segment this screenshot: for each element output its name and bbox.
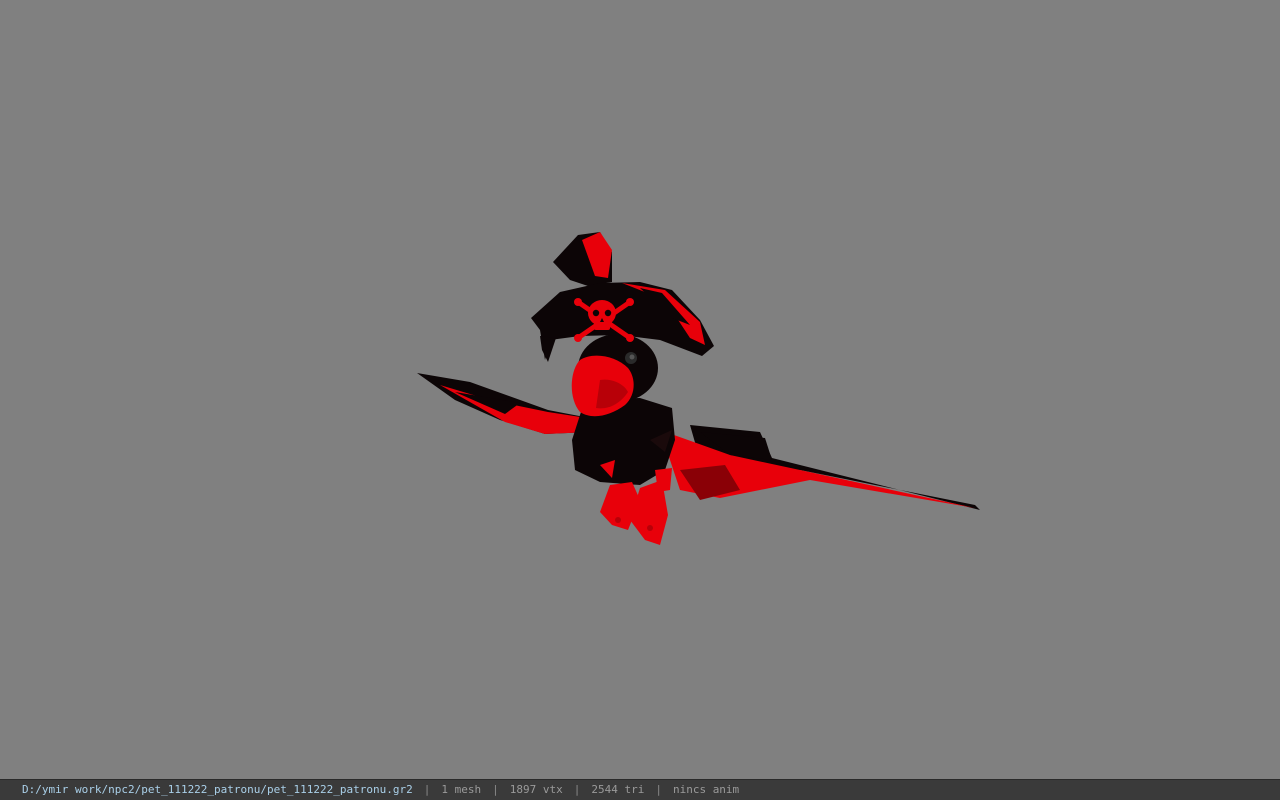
vertex-count: 1897 vtx (509, 783, 563, 796)
separator: | (655, 783, 662, 796)
file-path: D:/ymir work/npc2/pet_111222_patronu/pet… (22, 783, 413, 796)
triangle-count: 2544 tri (591, 783, 645, 796)
mesh-count: 1 mesh (441, 783, 482, 796)
animation-status: nincs anim (672, 783, 740, 796)
parrot-right-wing (660, 425, 980, 510)
parrot-model[interactable] (0, 0, 1280, 779)
status-bar: D:/ymir work/npc2/pet_111222_patronu/pet… (0, 779, 1280, 800)
separator: | (492, 783, 499, 796)
separator: | (573, 783, 581, 796)
3d-viewport[interactable] (0, 0, 1280, 779)
separator: | (423, 783, 431, 796)
